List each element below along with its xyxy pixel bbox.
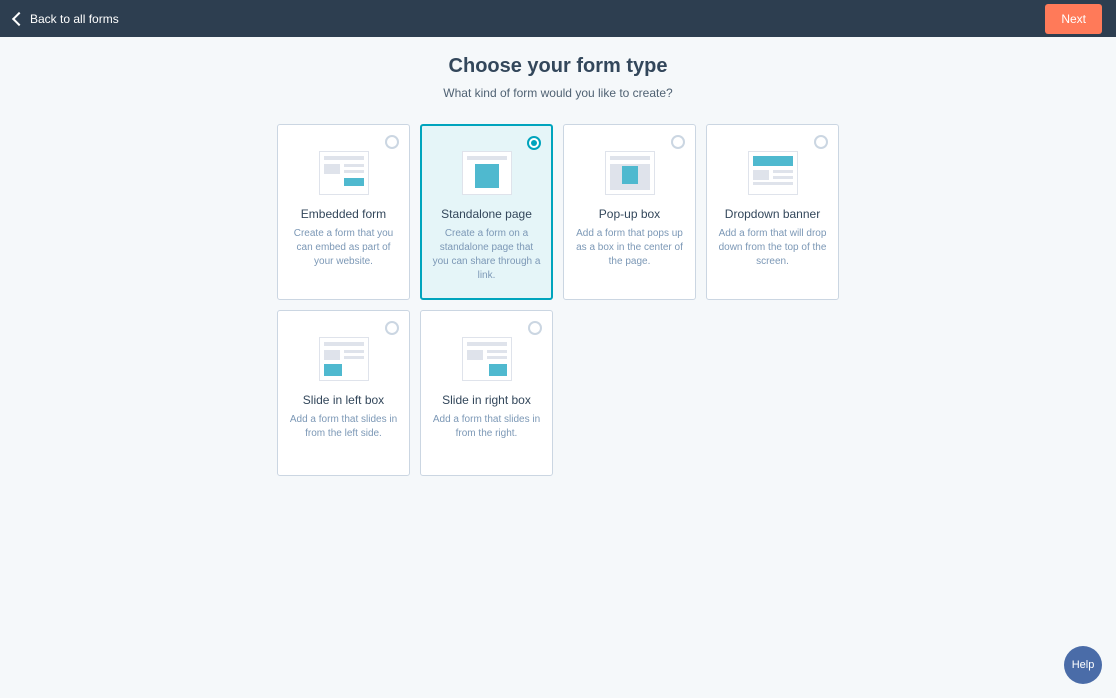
- radio-popup[interactable]: [671, 135, 685, 149]
- radio-standalone[interactable]: [527, 136, 541, 150]
- card-title: Pop-up box: [574, 207, 685, 221]
- card-embedded-form[interactable]: Embedded form Create a form that you can…: [277, 124, 410, 300]
- card-title: Standalone page: [431, 207, 542, 221]
- card-desc: Add a form that slides in from the right…: [431, 413, 542, 441]
- radio-dropdown[interactable]: [814, 135, 828, 149]
- card-popup-box[interactable]: Pop-up box Add a form that pops up as a …: [563, 124, 696, 300]
- thumb-slide-right-icon: [462, 337, 512, 381]
- topbar: Back to all forms Next: [0, 0, 1116, 37]
- card-title: Slide in right box: [431, 393, 542, 407]
- card-slide-in-left[interactable]: Slide in left box Add a form that slides…: [277, 310, 410, 476]
- card-dropdown-banner[interactable]: Dropdown banner Add a form that will dro…: [706, 124, 839, 300]
- thumb-standalone-icon: [462, 151, 512, 195]
- card-standalone-page[interactable]: Standalone page Create a form on a stand…: [420, 124, 553, 300]
- card-desc: Add a form that slides in from the left …: [288, 413, 399, 441]
- thumb-embedded-icon: [319, 151, 369, 195]
- card-slide-in-right[interactable]: Slide in right box Add a form that slide…: [420, 310, 553, 476]
- form-type-grid: Embedded form Create a form that you can…: [0, 124, 1116, 476]
- radio-slide-right[interactable]: [528, 321, 542, 335]
- back-to-forms-link[interactable]: Back to all forms: [14, 12, 119, 26]
- card-title: Slide in left box: [288, 393, 399, 407]
- thumb-dropdown-icon: [748, 151, 798, 195]
- card-title: Dropdown banner: [717, 207, 828, 221]
- card-desc: Add a form that pops up as a box in the …: [574, 227, 685, 269]
- chevron-left-icon: [12, 11, 26, 25]
- page-subtitle: What kind of form would you like to crea…: [0, 86, 1116, 100]
- main-content: Choose your form type What kind of form …: [0, 37, 1116, 476]
- card-desc: Add a form that will drop down from the …: [717, 227, 828, 269]
- thumb-popup-icon: [605, 151, 655, 195]
- thumb-slide-left-icon: [319, 337, 369, 381]
- card-desc: Create a form on a standalone page that …: [431, 227, 542, 283]
- next-button[interactable]: Next: [1045, 4, 1102, 34]
- page-title: Choose your form type: [0, 55, 1116, 78]
- help-button[interactable]: Help: [1064, 646, 1102, 684]
- back-label: Back to all forms: [30, 12, 119, 26]
- card-desc: Create a form that you can embed as part…: [288, 227, 399, 269]
- radio-slide-left[interactable]: [385, 321, 399, 335]
- radio-embedded[interactable]: [385, 135, 399, 149]
- card-title: Embedded form: [288, 207, 399, 221]
